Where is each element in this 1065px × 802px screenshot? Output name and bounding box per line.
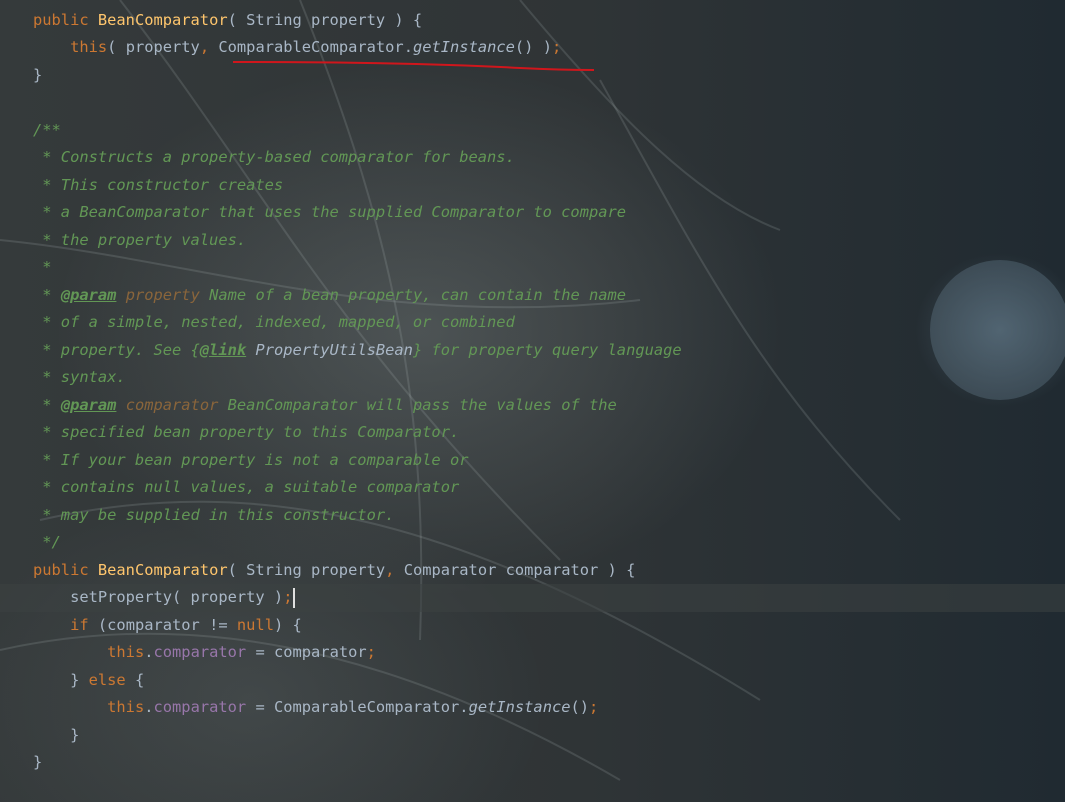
red-underline-annotation	[232, 61, 595, 71]
